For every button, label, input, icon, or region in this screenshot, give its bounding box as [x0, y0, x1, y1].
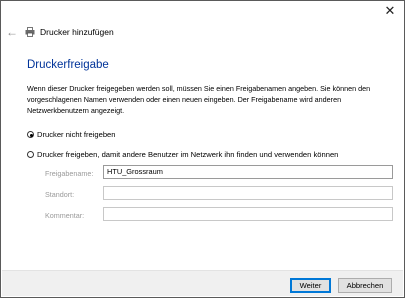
location-label: Standort:	[45, 190, 75, 199]
window-title: Drucker hinzufügen	[40, 27, 114, 37]
radio-button-unselected[interactable]	[27, 151, 34, 158]
back-arrow-icon: ←	[6, 25, 18, 39]
radio-no-share-label: Drucker nicht freigeben	[37, 130, 116, 139]
comment-label: Kommentar:	[45, 211, 85, 220]
printer-icon	[25, 27, 35, 37]
radio-share-label: Drucker freigeben, damit andere Benutzer…	[37, 150, 339, 159]
page-heading: Druckerfreigabe	[27, 59, 109, 71]
radio-share[interactable]: Drucker freigeben, damit andere Benutzer…	[27, 150, 338, 159]
share-name-input[interactable]: HTU_Grossraum	[103, 165, 393, 179]
comment-input[interactable]	[103, 207, 393, 221]
cancel-button[interactable]: Abbrechen	[338, 278, 392, 293]
radio-no-share[interactable]: Drucker nicht freigeben	[27, 130, 116, 139]
close-icon: ✕	[384, 3, 396, 18]
share-name-label: Freigabename:	[45, 169, 94, 178]
close-button[interactable]: ✕	[380, 2, 400, 20]
back-button[interactable]: ←	[6, 26, 20, 38]
location-input[interactable]	[103, 186, 393, 200]
add-printer-dialog: ✕ ← Drucker hinzufügen Druckerfreigabe W…	[0, 0, 405, 298]
dialog-footer: Weiter Abbrechen	[2, 270, 403, 296]
next-button[interactable]: Weiter	[290, 278, 331, 293]
radio-button-selected[interactable]	[27, 131, 34, 138]
page-description: Wenn dieser Drucker freigegeben werden s…	[27, 84, 371, 115]
